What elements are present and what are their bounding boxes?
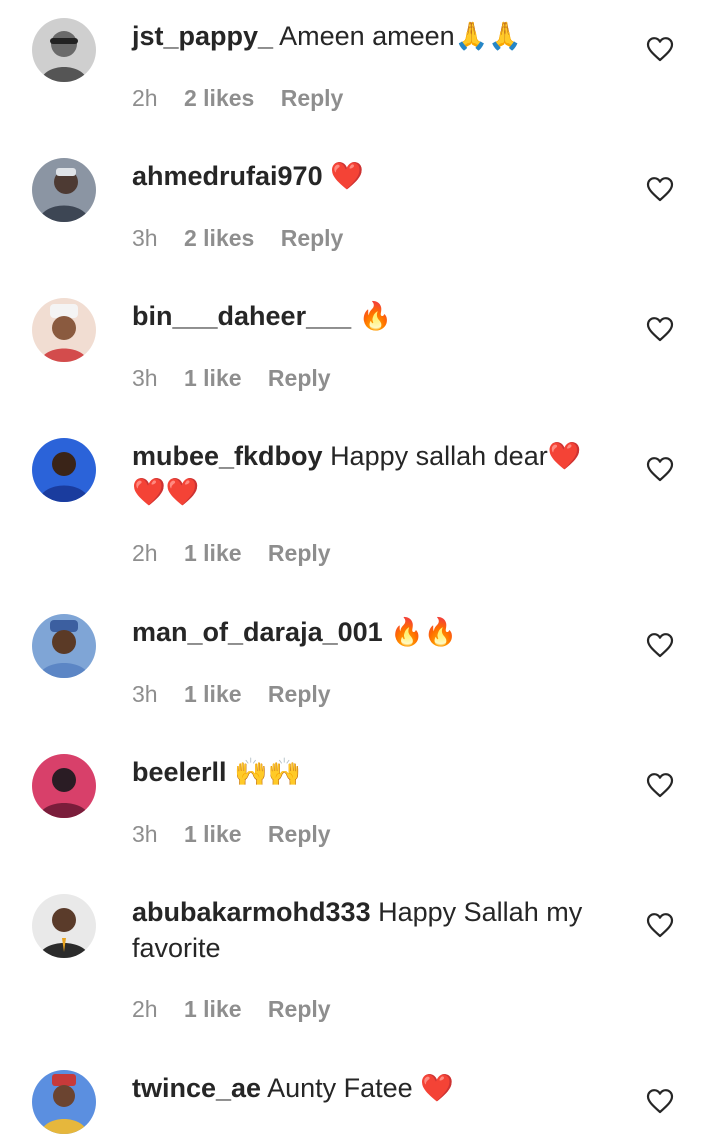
comment-likes[interactable]: 2 likes — [184, 225, 254, 251]
comment-text: Aunty Fatee ❤️ — [267, 1073, 454, 1103]
comment-body: twince_ae Aunty Fatee ❤️ — [132, 1070, 602, 1106]
heart-outline-icon[interactable] — [646, 316, 674, 342]
comment-body: mubee_fkdboy Happy sallah dear❤️❤️❤️ — [132, 438, 602, 510]
comment-username[interactable]: ahmedrufai970 — [132, 161, 323, 191]
comment-body: ahmedrufai970 ❤️ — [132, 158, 602, 194]
heart-outline-icon[interactable] — [646, 632, 674, 658]
comment-meta: 3h 1 like Reply — [132, 363, 351, 393]
heart-outline-icon[interactable] — [646, 1088, 674, 1114]
comment-text: Ameen ameen🙏🙏 — [279, 21, 522, 51]
comment-likes[interactable]: 1 like — [184, 540, 242, 566]
comment-likes[interactable]: 1 like — [184, 821, 242, 847]
avatar[interactable] — [32, 614, 96, 678]
comment-meta: 2h 2 likes Reply — [132, 83, 363, 113]
comment-username[interactable]: mubee_fkdboy — [132, 441, 323, 471]
comment-likes[interactable]: 1 like — [184, 996, 242, 1022]
comment-text: 🙌🙌 — [234, 757, 302, 787]
comment-username[interactable]: beelerll — [132, 757, 227, 787]
heart-outline-icon[interactable] — [646, 912, 674, 938]
comment-body: man_of_daraja_001 🔥🔥 — [132, 614, 602, 650]
comment-meta: 3h 1 like Reply — [132, 819, 351, 849]
comment-meta: 2h 1 like Reply — [132, 994, 351, 1024]
comment-meta: 3h 1 like Reply — [132, 679, 351, 709]
heart-outline-icon[interactable] — [646, 176, 674, 202]
comment-username[interactable]: bin___daheer___ — [132, 301, 351, 331]
comment-body: bin___daheer___ 🔥 — [132, 298, 602, 334]
comment-username[interactable]: abubakarmohd333 — [132, 897, 371, 927]
avatar[interactable] — [32, 298, 96, 362]
comment-time: 3h — [132, 821, 158, 847]
comment-username[interactable]: twince_ae — [132, 1073, 261, 1103]
comment-username[interactable]: jst_pappy_ — [132, 21, 273, 51]
comment-time: 3h — [132, 365, 158, 391]
avatar[interactable] — [32, 894, 96, 958]
avatar[interactable] — [32, 438, 96, 502]
heart-outline-icon[interactable] — [646, 36, 674, 62]
avatar[interactable] — [32, 18, 96, 82]
comment-text: 🔥🔥 — [390, 617, 458, 647]
comment-meta: 3h 2 likes Reply — [132, 223, 363, 253]
heart-outline-icon[interactable] — [646, 772, 674, 798]
avatar[interactable] — [32, 1070, 96, 1134]
comment-body: abubakarmohd333 Happy Sallah my favorite — [132, 894, 602, 966]
comment-text: ❤️ — [330, 161, 364, 191]
comment-time: 2h — [132, 996, 158, 1022]
reply-button[interactable]: Reply — [268, 540, 331, 566]
reply-button[interactable]: Reply — [268, 365, 331, 391]
comment-time: 2h — [132, 85, 158, 111]
reply-button[interactable]: Reply — [268, 821, 331, 847]
comment-text: 🔥 — [358, 301, 393, 331]
comment-time: 2h — [132, 540, 158, 566]
reply-button[interactable]: Reply — [268, 996, 331, 1022]
comment-likes[interactable]: 1 like — [184, 365, 242, 391]
comment-meta: 2h 1 like Reply — [132, 538, 351, 568]
reply-button[interactable]: Reply — [281, 225, 344, 251]
avatar[interactable] — [32, 158, 96, 222]
comment-body: beelerll 🙌🙌 — [132, 754, 602, 790]
reply-button[interactable]: Reply — [268, 681, 331, 707]
heart-outline-icon[interactable] — [646, 456, 674, 482]
comment-body: jst_pappy_ Ameen ameen🙏🙏 — [132, 18, 602, 54]
comment-username[interactable]: man_of_daraja_001 — [132, 617, 383, 647]
comment-time: 3h — [132, 681, 158, 707]
reply-button[interactable]: Reply — [281, 85, 344, 111]
avatar[interactable] — [32, 754, 96, 818]
comment-likes[interactable]: 2 likes — [184, 85, 254, 111]
comment-likes[interactable]: 1 like — [184, 681, 242, 707]
comment-time: 3h — [132, 225, 158, 251]
